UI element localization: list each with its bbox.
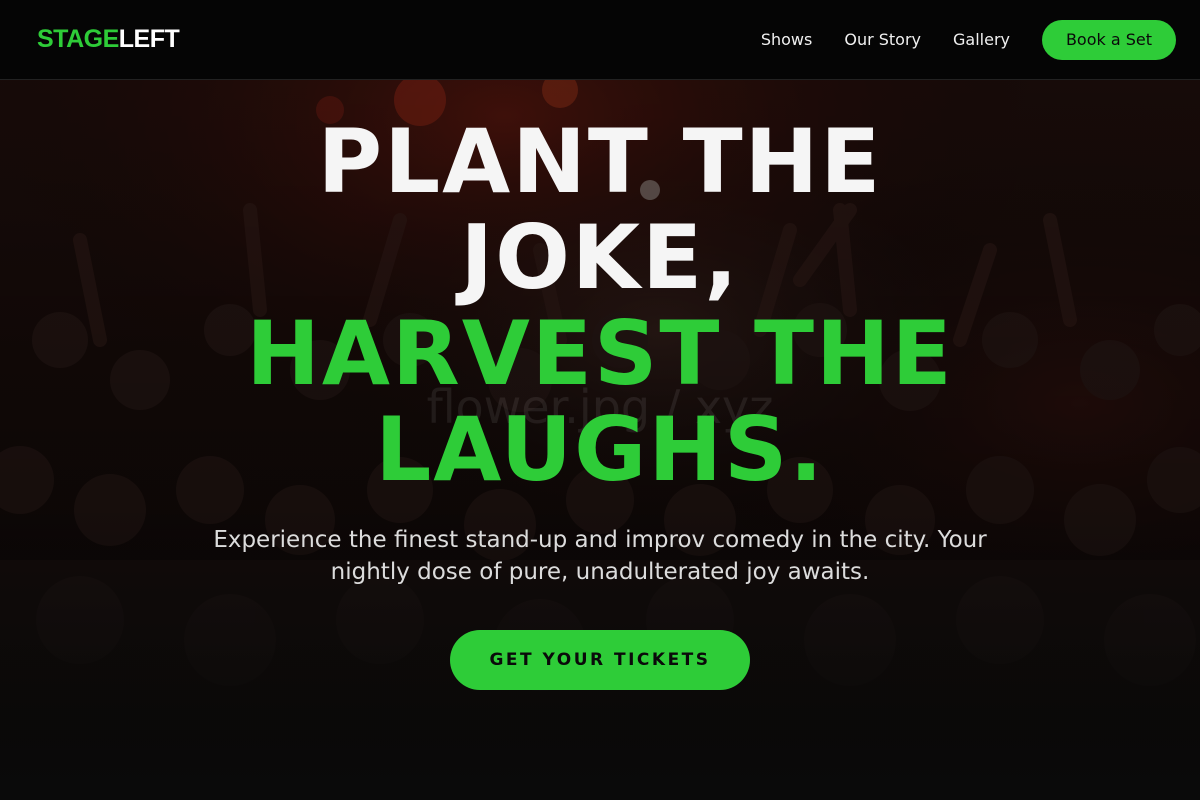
logo-part-stage: STAGE [37,25,119,53]
headline-line-1: PLANT THE [317,110,883,213]
nav-link-shows[interactable]: Shows [761,30,813,49]
site-header: STAGE LEFT Shows Our Story Gallery Book … [0,0,1200,80]
headline-line-2: JOKE, [460,206,740,309]
nav-link-our-story[interactable]: Our Story [844,30,921,49]
logo[interactable]: STAGE LEFT [37,25,180,54]
hero-subtitle: Experience the finest stand-up and impro… [213,527,987,585]
headline-line-4: LAUGHS. [375,398,825,501]
hero-content: PLANT THE JOKE, HARVEST THE LAUGHS. Expe… [0,80,1200,690]
main-nav: Shows Our Story Gallery Book a Set [761,19,1176,60]
get-tickets-button[interactable]: GET YOUR TICKETS [450,630,750,690]
logo-part-left: LEFT [118,25,180,53]
hero-section: flower.jpg / xyz PLANT THE JOKE, HARVEST… [0,80,1200,800]
hero-headline: PLANT THE JOKE, HARVEST THE LAUGHS. [0,114,1200,498]
nav-link-gallery[interactable]: Gallery [953,30,1010,49]
book-a-set-button[interactable]: Book a Set [1042,19,1176,60]
headline-line-3: HARVEST THE [246,302,954,405]
